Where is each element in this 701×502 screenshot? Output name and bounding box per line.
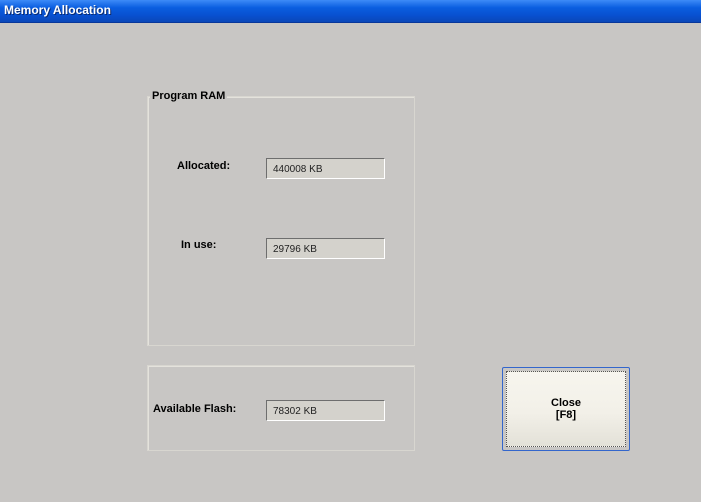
in-use-field: 29796 KB <box>266 238 385 259</box>
close-button-label: Close <box>551 397 581 409</box>
available-flash-value: 78302 KB <box>273 406 317 417</box>
allocated-value: 440008 KB <box>273 164 323 175</box>
in-use-value: 29796 KB <box>273 244 317 255</box>
allocated-field: 440008 KB <box>266 158 385 179</box>
in-use-label: In use: <box>181 239 217 251</box>
program-ram-legend: Program RAM <box>150 90 228 102</box>
available-flash-label: Available Flash: <box>153 403 237 415</box>
close-button-face[interactable]: Close [F8] <box>506 371 626 447</box>
available-flash-field: 78302 KB <box>266 400 385 421</box>
program-ram-group <box>147 96 415 346</box>
close-button-shortcut: [F8] <box>555 409 577 421</box>
allocated-label: Allocated: <box>177 160 231 172</box>
title-bar: Memory Allocation <box>0 0 701 23</box>
close-button[interactable]: Close [F8] <box>502 367 630 451</box>
window-title: Memory Allocation <box>4 3 111 17</box>
